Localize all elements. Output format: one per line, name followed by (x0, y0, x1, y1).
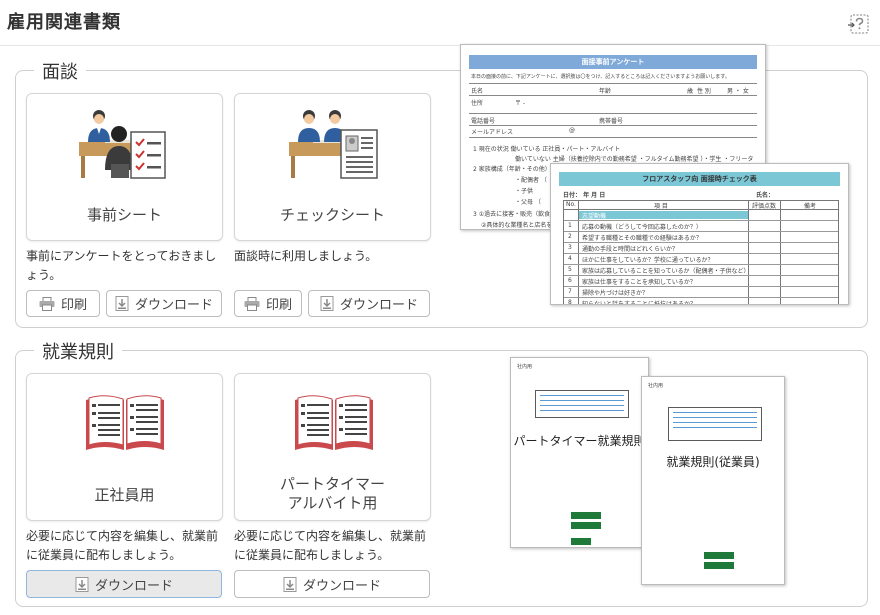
q-question-3b: ②具体的な業種名と店名を (481, 222, 553, 229)
open-book-icon (295, 395, 373, 450)
print-label: 印刷 (60, 298, 87, 313)
print-label: 印刷 (265, 298, 292, 313)
q-field-email: メールアドレス (471, 129, 514, 136)
download-icon (283, 576, 297, 592)
check-sheet-card[interactable]: チェックシート (234, 93, 431, 241)
printer-icon (244, 296, 260, 311)
interview-questionnaire-icon (79, 110, 166, 179)
part-rules-title: パートタイマー就業規則 (513, 434, 646, 448)
regular-employee-download-button[interactable]: ダウンロード (26, 570, 222, 598)
check-sheet-print-button[interactable]: 印刷 (234, 290, 302, 317)
checklist-row: 知らないと話をすることに抵抗はあるか？ (582, 301, 697, 305)
part-rules-corner: 社内用 (517, 364, 533, 370)
q-field-age-unit: 歳 (687, 88, 694, 95)
top-bar: 雇用関連書類 (0, 0, 880, 46)
checklist-col-no: No. (566, 201, 576, 208)
download-icon (320, 296, 334, 311)
q-field-name: 氏名 (471, 88, 484, 95)
part-timer-description: 必要に応じて内容を編集し、就業前に従業員に配布しましょう。 (234, 529, 427, 562)
page-title: 雇用関連書類 (7, 12, 121, 33)
q-field-sex: 性 別 (697, 88, 711, 95)
download-icon (75, 576, 89, 592)
download-label: ダウンロード (339, 298, 418, 313)
staff-rules-corner: 社内用 (648, 383, 664, 389)
checklist-row-number: 7 (568, 288, 572, 295)
check-sheet-description: 面談時に利用しましょう。 (234, 249, 378, 263)
regular-employee-card[interactable]: 正社員用 (26, 373, 223, 521)
pre-sheet-description: 事前にアンケートをとっておきましょう。 (26, 249, 217, 282)
pre-sheet-label: 事前シート (86, 206, 162, 224)
checklist-title: フロアスタッフ向 面接時チェック表 (559, 172, 840, 186)
checklist-row: 掃除や片づけは好きか？ (582, 290, 649, 297)
q-question-2b: ・子供 (515, 188, 534, 195)
checklist-row: 通勤の手段と時間はどれくらいか？ (582, 246, 679, 253)
q-field-age: 年齢 (599, 88, 612, 95)
part-timer-label-line1: パートタイマー (279, 475, 385, 493)
staff-rules-title: 就業規則(従業員) (666, 455, 760, 469)
q-question-2a: ・配偶者 （ (515, 177, 547, 184)
checklist-row-number: 3 (568, 244, 572, 251)
checklist-row: 家族は仕事をすることを承知しているか？ (582, 279, 696, 286)
q-question-3: 3 ①過去に接客・販売（飲食店 (473, 211, 557, 218)
q-field-zip: 〒 - (515, 100, 526, 107)
checklist-row-number: 2 (568, 233, 572, 240)
q-question-1b: 働いていない 主婦（扶養控除内での勤務希望 ・フルタイム勤務希望 ）・学生 ・フ… (515, 156, 754, 163)
part-timer-rules-preview: 社内用 パートタイマー就業規則 (510, 357, 649, 548)
questionnaire-intro: 本日の面接の前に、下記アンケートに、選択肢は〇をつけ、記入するところは記入くださ… (471, 74, 730, 80)
checklist-row-number: 1 (568, 222, 572, 229)
q-field-sex-options: 男 ・ 女 (727, 88, 749, 95)
checklist-row: ほかに仕事をしているか？学校に通っているか？ (582, 257, 714, 264)
checklist-preview: フロアスタッフ向 面接時チェック表 日付： 年 月 日 氏名： No. 項 目 … (550, 163, 849, 305)
q-field-mobile: 携帯番号 (599, 118, 624, 125)
checklist-col-score: 評価点数 (752, 203, 777, 210)
download-label: ダウンロード (94, 578, 173, 594)
q-question-2c: ・父母 （ (515, 199, 541, 206)
checklist-row-number: 5 (568, 266, 572, 273)
checklist-col-note: 備考 (804, 203, 817, 210)
questionnaire-title: 面接事前アンケート (469, 55, 757, 69)
checklist-name: 氏名： (756, 192, 775, 199)
part-timer-card[interactable]: パートタイマー アルバイト用 (234, 373, 431, 521)
open-book-icon (86, 395, 164, 450)
help-icon[interactable] (847, 12, 871, 36)
pre-sheet-download-button[interactable]: ダウンロード (106, 290, 222, 317)
regular-employee-description: 必要に応じて内容を編集し、就業前に従業員に配布しましょう。 (26, 529, 219, 562)
checklist-row: 家族は応募していることを知っているか（配偶者・子供など） (582, 268, 750, 275)
checklist-row-number: 4 (568, 255, 572, 262)
part-timer-download-button[interactable]: ダウンロード (234, 570, 430, 598)
checklist-section: 志望動機 (582, 213, 607, 220)
checklist-row: 希望する職種とその職種での経験はあるか？ (582, 235, 702, 242)
q-field-address: 住所 (471, 100, 484, 107)
checklist-date: 日付： 年 月 日 (563, 192, 606, 199)
q-question-2: 2 家族構成（年齢・その他） (473, 166, 551, 173)
checklist-row-number: 6 (568, 277, 572, 284)
work-rules-section-title: 就業規則 (34, 338, 122, 364)
q-field-phone: 電話番号 (471, 118, 496, 125)
download-label: ダウンロード (134, 298, 213, 313)
q-question-1: 1 現在の状況 働いている 正社員・パート・アルバイト (473, 146, 621, 153)
interview-checksheet-icon (289, 110, 378, 179)
checklist-row: 応募の動機（どうして今回応募したのか？） (582, 224, 702, 231)
employee-rules-preview: 社内用 就業規則(従業員) (641, 376, 785, 585)
pre-sheet-print-button[interactable]: 印刷 (26, 290, 100, 317)
check-sheet-label: チェックシート (279, 206, 385, 224)
check-sheet-download-button[interactable]: ダウンロード (308, 290, 430, 317)
interview-section-title: 面談 (34, 58, 86, 84)
checklist-col-item: 項 目 (654, 203, 668, 210)
download-icon (115, 296, 129, 311)
download-label: ダウンロード (302, 578, 381, 594)
part-timer-label-line2: アルバイト用 (287, 494, 378, 512)
pre-sheet-card[interactable]: 事前シート (26, 93, 223, 241)
printer-icon (39, 296, 55, 311)
q-field-at: @ (569, 127, 575, 134)
regular-employee-label: 正社員用 (94, 486, 155, 504)
checklist-row-number: 8 (568, 299, 572, 305)
